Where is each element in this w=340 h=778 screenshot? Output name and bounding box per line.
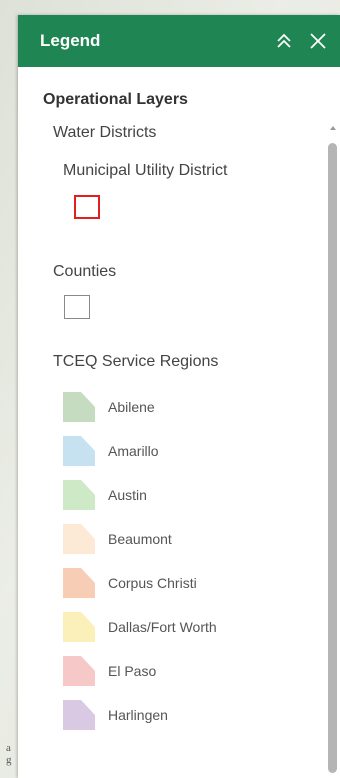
legend-item-label: Austin xyxy=(108,487,147,503)
region-swatch-icon xyxy=(63,568,95,598)
legend-item-label: Corpus Christi xyxy=(108,575,197,591)
region-swatch-icon xyxy=(63,436,95,466)
legend-item: Amarillo xyxy=(63,429,324,473)
legend-item-label: El Paso xyxy=(108,663,157,679)
legend-item-label: Dallas/Fort Worth xyxy=(108,619,217,635)
legend-item: Corpus Christi xyxy=(63,561,324,605)
double-chevron-up-icon xyxy=(277,33,291,48)
legend-item: Dallas/Fort Worth xyxy=(63,605,324,649)
legend-item-label: Beaumont xyxy=(108,531,172,547)
county-symbol-swatch xyxy=(64,295,90,319)
map-edge-text: a xyxy=(6,742,11,754)
legend-item-label: Abilene xyxy=(108,399,155,415)
legend-panel: Legend Operational Layers Water District… xyxy=(18,15,340,778)
close-button[interactable] xyxy=(308,31,328,51)
map-edge-text: g xyxy=(6,754,12,766)
sublayer-title-mud: Municipal Utility District xyxy=(63,162,228,179)
legend-item: Harlingen xyxy=(63,693,324,737)
legend-item: Beaumont xyxy=(63,517,324,561)
scroll-thumb[interactable] xyxy=(328,143,337,773)
region-legend-list: Abilene Amarillo Austin Beaumont Corpus Chri… xyxy=(63,385,324,737)
scroll-up-arrow-icon[interactable] xyxy=(330,126,336,130)
region-swatch-icon xyxy=(63,656,95,686)
layer-title-tceq-regions: TCEQ Service Regions xyxy=(53,353,219,370)
header-actions xyxy=(274,31,328,51)
legend-item: El Paso xyxy=(63,649,324,693)
legend-item: Abilene xyxy=(63,385,324,429)
legend-item-label: Harlingen xyxy=(108,707,168,723)
legend-item-label: Amarillo xyxy=(108,443,159,459)
layer-title-counties: Counties xyxy=(53,263,117,280)
collapse-button[interactable] xyxy=(274,31,294,51)
region-swatch-icon xyxy=(63,612,95,642)
legend-scrollbar[interactable] xyxy=(324,67,340,778)
region-swatch-icon xyxy=(63,700,95,730)
mud-symbol-swatch xyxy=(74,195,100,219)
section-title: Operational Layers xyxy=(43,91,188,108)
legend-item: Austin xyxy=(63,473,324,517)
region-swatch-icon xyxy=(63,392,95,422)
layer-title-water-districts: Water Districts xyxy=(53,124,157,141)
region-swatch-icon xyxy=(63,480,95,510)
region-swatch-icon xyxy=(63,524,95,554)
legend-content[interactable]: Operational Layers Water Districts Munic… xyxy=(18,67,324,778)
legend-title: Legend xyxy=(40,31,101,50)
legend-header: Legend xyxy=(18,15,340,67)
close-icon xyxy=(310,33,326,49)
